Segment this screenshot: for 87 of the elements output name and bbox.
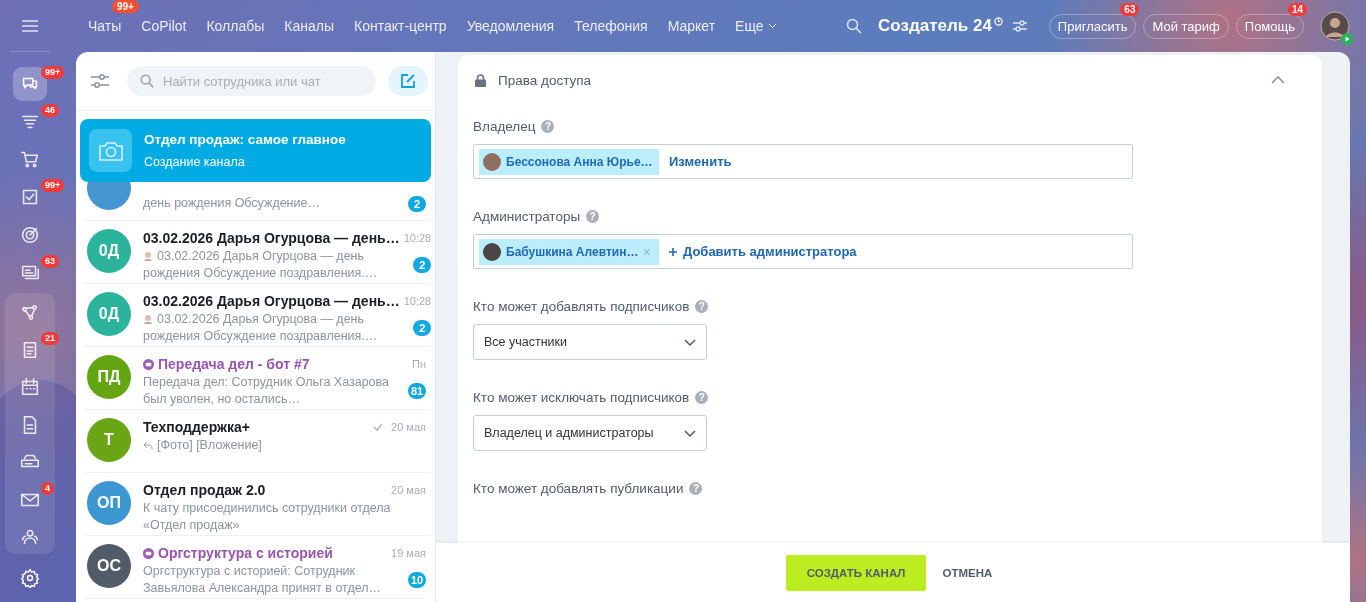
chat-avatar: ПД xyxy=(87,355,131,399)
user-chip[interactable]: Бессонова Анна Юрье… xyxy=(479,148,659,175)
section-title: Права доступа xyxy=(498,72,592,88)
unread-badge: 10 xyxy=(408,572,426,588)
chat-preview: 03.02.2026 Дарья Огурцова — день рождения Обсуждение поздравления.… xyxy=(143,311,379,345)
chat-preview: 03.02.2026 Дарья Огурцова — день рождения Обсуждение поздравления.… xyxy=(143,248,379,282)
search-icon xyxy=(140,74,154,88)
play-icon xyxy=(1341,33,1353,45)
chat-subtitle: Создание канала xyxy=(144,155,246,169)
field-label: Администраторы xyxy=(473,209,581,224)
change-link[interactable]: Изменить xyxy=(669,154,732,169)
help-icon[interactable]: ? xyxy=(541,120,555,133)
cancel-button[interactable]: ОТМЕНА xyxy=(934,554,1001,591)
clock-icon xyxy=(993,16,1003,26)
nav-link[interactable]: CoPilot xyxy=(141,18,187,34)
chat-avatar: Т xyxy=(87,418,131,462)
admins-field[interactable]: Бабушкина Алевтин… Добавить администратора xyxy=(473,234,1133,269)
chat-avatar: ОС xyxy=(87,544,131,588)
search-field[interactable]: Найти сотрудника или чат xyxy=(127,66,376,96)
chat-title: 03.02.2026 Дарья Огурцова — день… xyxy=(143,293,400,309)
field-label: Кто может добавлять публикации xyxy=(473,481,684,496)
chevron-icon[interactable] xyxy=(1271,76,1285,84)
help-icon[interactable]: ? xyxy=(695,300,709,313)
logo-text: Создатель 24 xyxy=(878,16,992,36)
nav-link[interactable]: Уведомления xyxy=(466,18,555,34)
add-admin-link[interactable]: Добавить администратора xyxy=(669,244,857,259)
chat-time: Пн xyxy=(412,358,426,370)
caret-icon xyxy=(767,23,777,29)
bot-icon xyxy=(143,547,154,559)
nav-link[interactable]: Чаты xyxy=(88,18,122,34)
nav-link[interactable]: Контакт-центр xyxy=(354,18,447,34)
unread-badge: 2 xyxy=(413,257,432,273)
chat-time: 10:28 xyxy=(403,295,432,307)
chat-title: Оргструктура с историей xyxy=(158,545,333,561)
chat-preview: день рождения Обсуждение… xyxy=(143,195,321,212)
chat-preview: К чату присоединились сотрудники отдела «Отдел продаж» xyxy=(143,500,392,534)
chat-time: 20 мая xyxy=(391,421,426,433)
user-chip[interactable]: Бабушкина Алевтин… xyxy=(479,238,659,265)
filter-icon[interactable] xyxy=(91,74,109,88)
help-icon[interactable]: ? xyxy=(586,210,600,223)
lock-icon xyxy=(475,73,486,87)
chat-preview: Оргструктура с историей: Сотрудник Завьялова Александра принят в отдел… xyxy=(143,563,382,597)
chat-avatar: ОП xyxy=(87,481,131,525)
chats-icon[interactable] xyxy=(13,67,47,102)
field-label: Кто может добавлять подписчиков xyxy=(473,299,690,314)
compose-button[interactable] xyxy=(388,66,428,96)
plus-icon xyxy=(669,247,677,256)
nav-link[interactable]: Каналы xyxy=(284,18,334,34)
user-avatar[interactable] xyxy=(1320,11,1350,41)
chat-preview: Передача дел: Сотрудник Ольга Хазарова был уволен, но остались… xyxy=(143,374,391,408)
chat-item[interactable]: Отдел продаж: самое главное Создание канала xyxy=(80,119,431,182)
chat-time: 10:28 xyxy=(403,232,432,244)
unread-badge: 2 xyxy=(413,320,432,336)
chat-title: Отдел продаж: самое главное xyxy=(144,132,346,147)
settings-icon[interactable] xyxy=(20,568,40,589)
dropdown[interactable]: Все участники xyxy=(473,324,707,360)
dropdown[interactable]: Владелец и администраторы xyxy=(473,415,707,451)
help-icon[interactable]: ? xyxy=(695,391,709,404)
unread-badge: 2 xyxy=(408,195,426,212)
chat-title: 03.02.2026 Дарья Огурцова — день… xyxy=(143,230,400,246)
owner-field[interactable]: Бессонова Анна Юрье… Изменить xyxy=(473,144,1133,179)
chat-avatar: 0Д xyxy=(87,292,131,336)
chat-title: Отдел продаж 2.0 xyxy=(143,482,266,498)
edit-icon xyxy=(400,73,416,89)
chat-title: Передача дел - бот #7 xyxy=(158,356,310,372)
bot-icon xyxy=(143,358,154,370)
more-menu[interactable]: Еще xyxy=(735,18,777,34)
sliders-icon[interactable] xyxy=(1012,20,1027,32)
unread-badge: 81 xyxy=(408,383,426,399)
nav-link[interactable]: Маркет xyxy=(667,18,716,34)
menu-icon[interactable] xyxy=(22,19,38,32)
create-button[interactable]: СОЗДАТЬ КАНАЛ xyxy=(785,554,927,591)
chat-title: Техподдержка+ xyxy=(143,419,250,435)
camera-icon xyxy=(89,129,132,172)
counter-badge: 99+ xyxy=(112,0,139,13)
chat-avatar: 0Д xyxy=(87,229,131,273)
chat-preview: [Фото] [Вложение] xyxy=(143,437,395,454)
chevron-icon xyxy=(684,338,696,346)
nav-link[interactable]: Коллабы xyxy=(206,18,265,34)
field-label: Владелец xyxy=(473,119,536,134)
search-icon[interactable] xyxy=(846,18,863,34)
chat-time: 19 мая xyxy=(391,547,426,559)
chevron-icon xyxy=(684,429,696,437)
field-label: Кто может исключать подписчиков xyxy=(473,390,690,405)
chat-time: 20 мая xyxy=(391,484,426,496)
nav-link[interactable]: Телефония xyxy=(574,18,648,34)
help-icon[interactable]: ? xyxy=(689,482,703,495)
